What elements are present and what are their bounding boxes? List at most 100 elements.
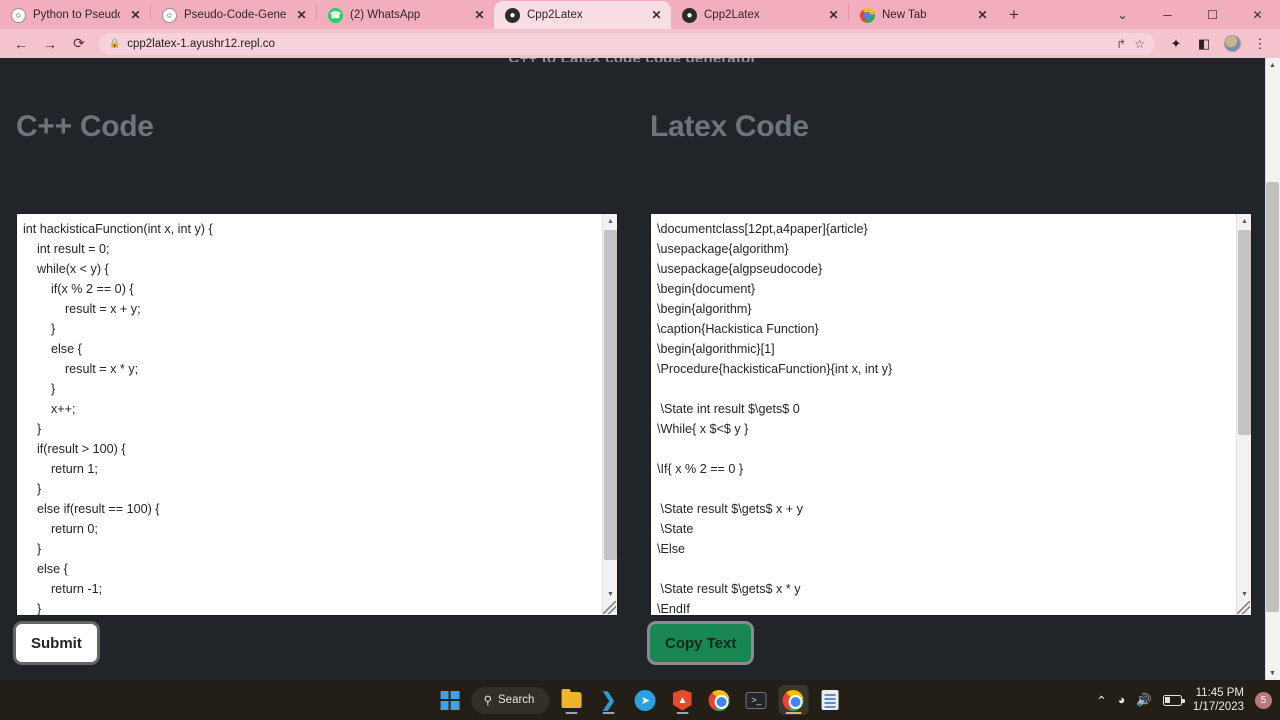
tab-title: Python to Pseudocode con [33, 9, 120, 21]
github-icon: ○ [11, 7, 26, 23]
cpp-resize-handle[interactable] [603, 601, 616, 614]
folder-icon [561, 689, 582, 708]
chrome-menu-icon[interactable]: ⋮ [1248, 32, 1272, 56]
tab-title: Pseudo-Code-Generator/m [184, 9, 286, 21]
browser-tab-1[interactable]: ○ Pseudo-Code-Generator/m ✕ [151, 1, 316, 29]
globe-icon: ● [505, 7, 520, 23]
browser-window: ○ Python to Pseudocode con ✕ ○ Pseudo-Co… [0, 0, 1280, 680]
side-panel-icon[interactable]: ◧ [1192, 32, 1216, 56]
maximize-icon[interactable]: ☐ [1190, 1, 1235, 29]
bookmark-star-icon[interactable]: ☆ [1134, 37, 1145, 51]
address-bar[interactable]: 🔒 cpp2latex-1.ayushr12.repl.co ↱ ☆ [99, 32, 1155, 55]
volume-icon[interactable]: 🔊 [1136, 693, 1152, 708]
close-window-icon[interactable]: ✕ [1235, 1, 1280, 29]
tray-chevron-icon[interactable]: ⌃ [1096, 693, 1106, 708]
search-icon: ⚲ [483, 695, 492, 707]
chrome-icon [782, 689, 804, 711]
browser-tab-3-active[interactable]: ● Cpp2Latex ✕ [494, 1, 671, 29]
avatar[interactable] [1220, 32, 1244, 56]
github-icon: ○ [162, 7, 177, 23]
browser-tab-0[interactable]: ○ Python to Pseudocode con ✕ [0, 1, 150, 29]
new-tab-button[interactable]: + [1001, 2, 1027, 28]
latex-scroll-thumb[interactable] [1238, 230, 1251, 435]
scroll-down-icon[interactable]: ▼ [604, 587, 617, 601]
reload-icon[interactable]: ⟳ [66, 31, 92, 57]
submit-button[interactable]: Submit [16, 624, 97, 662]
copy-text-button[interactable]: Copy Text [650, 624, 752, 662]
chrome-icon [708, 689, 730, 711]
browser-tab-5[interactable]: New Tab ✕ [849, 1, 997, 29]
wifi-icon[interactable]: ◕ [1118, 693, 1126, 707]
cpp-scrollbar[interactable]: ▲ ▼ [602, 214, 617, 615]
search-label: Search [498, 694, 535, 706]
battery-icon[interactable] [1162, 694, 1185, 706]
url-text: cpp2latex-1.ayushr12.repl.co [127, 37, 275, 50]
cpp-code-textarea[interactable]: int hackisticaFunction(int x, int y) { i… [16, 213, 618, 616]
telegram-icon: ➤ [634, 689, 656, 711]
clock-date: 1/17/2023 [1192, 701, 1244, 713]
page-viewport: C++ to Latex code code generator C++ Cod… [0, 58, 1280, 680]
page-scroll-down-icon[interactable]: ▼ [1266, 666, 1279, 680]
cpp-scroll-thumb[interactable] [604, 230, 617, 560]
tab-close-icon[interactable]: ✕ [974, 7, 991, 24]
taskbar-app-chrome-active[interactable] [778, 685, 809, 715]
tab-title: Cpp2Latex [704, 9, 760, 21]
taskbar-app-brave[interactable]: ▲ [667, 685, 697, 715]
start-button[interactable] [435, 685, 465, 715]
tab-strip: ○ Python to Pseudocode con ✕ ○ Pseudo-Co… [0, 0, 1280, 29]
forward-icon[interactable]: → [37, 31, 63, 57]
tab-close-icon[interactable]: ✕ [293, 7, 310, 24]
whatsapp-icon: ☎ [328, 7, 343, 23]
globe-icon: ● [682, 7, 697, 23]
scroll-down-icon[interactable]: ▼ [1238, 587, 1251, 601]
browser-tab-4[interactable]: ● Cpp2Latex ✕ [671, 1, 848, 29]
taskbar-app-terminal[interactable]: >_ [741, 685, 771, 715]
share-icon[interactable]: ↱ [1116, 37, 1126, 51]
latex-code-textarea[interactable]: \documentclass[12pt,a4paper]{article} \u… [650, 213, 1252, 616]
clock-time: 11:45 PM [1195, 687, 1244, 699]
taskbar-app-file-explorer[interactable] [556, 685, 586, 715]
tab-close-icon[interactable]: ✕ [825, 7, 842, 24]
minimize-icon[interactable]: ─ [1145, 1, 1190, 29]
page-scroll-up-icon[interactable]: ▲ [1266, 58, 1279, 72]
tab-title: (2) WhatsApp [350, 9, 421, 21]
tab-close-icon[interactable]: ✕ [648, 7, 665, 24]
latex-code-text: \documentclass[12pt,a4paper]{article} \u… [657, 222, 893, 616]
notification-badge[interactable]: 5 [1255, 691, 1272, 709]
toolbar-right-icons: ✦ ◧ ⋮ [1164, 32, 1272, 56]
omnibox-actions: ↱ ☆ [1116, 37, 1145, 51]
system-tray: ⌃ ◕ 🔊 11:45 PM 1/17/2023 5 [1096, 686, 1272, 714]
tab-title: New Tab [882, 9, 927, 21]
active-indicator [785, 711, 802, 714]
taskbar-app-vscode[interactable]: ❯ [593, 685, 623, 715]
extensions-puzzle-icon[interactable]: ✦ [1164, 32, 1188, 56]
taskbar-app-chrome[interactable] [704, 685, 734, 715]
cpp-panel-title: C++ Code [16, 110, 154, 143]
taskbar-apps: ⚲ Search ❯ ➤ ▲ >_ [435, 685, 846, 715]
brave-icon: ▲ [672, 689, 692, 711]
windows-taskbar: ⚲ Search ❯ ➤ ▲ >_ ⌃ ◕ 🔊 11:45 PM 1/17/20… [0, 680, 1280, 720]
latex-panel-title: Latex Code [650, 110, 809, 143]
start-icon [440, 690, 460, 710]
chrome-icon [860, 7, 875, 23]
tab-close-icon[interactable]: ✕ [127, 7, 144, 24]
browser-toolbar: ← → ⟳ 🔒 cpp2latex-1.ayushr12.repl.co ↱ ☆… [0, 29, 1280, 58]
taskbar-search[interactable]: ⚲ Search [471, 686, 550, 714]
running-indicator [602, 711, 615, 714]
back-icon[interactable]: ← [8, 31, 34, 57]
terminal-icon: >_ [745, 691, 767, 709]
page-scroll-thumb[interactable] [1266, 182, 1279, 612]
notepad-icon [821, 690, 839, 710]
page-scrollbar[interactable]: ▲ ▼ [1265, 58, 1280, 680]
latex-scrollbar[interactable]: ▲ ▼ [1236, 214, 1251, 615]
running-indicator [565, 711, 578, 714]
taskbar-app-telegram[interactable]: ➤ [630, 685, 660, 715]
scroll-up-icon[interactable]: ▲ [1238, 214, 1251, 228]
scroll-up-icon[interactable]: ▲ [604, 214, 617, 228]
tab-close-icon[interactable]: ✕ [471, 7, 488, 24]
taskbar-app-notepad[interactable] [815, 685, 845, 715]
taskbar-clock[interactable]: 11:45 PM 1/17/2023 [1193, 686, 1244, 714]
latex-resize-handle[interactable] [1237, 601, 1250, 614]
browser-tab-2[interactable]: ☎ (2) WhatsApp ✕ [317, 1, 494, 29]
tab-search-icon[interactable]: ⌄ [1100, 1, 1145, 29]
